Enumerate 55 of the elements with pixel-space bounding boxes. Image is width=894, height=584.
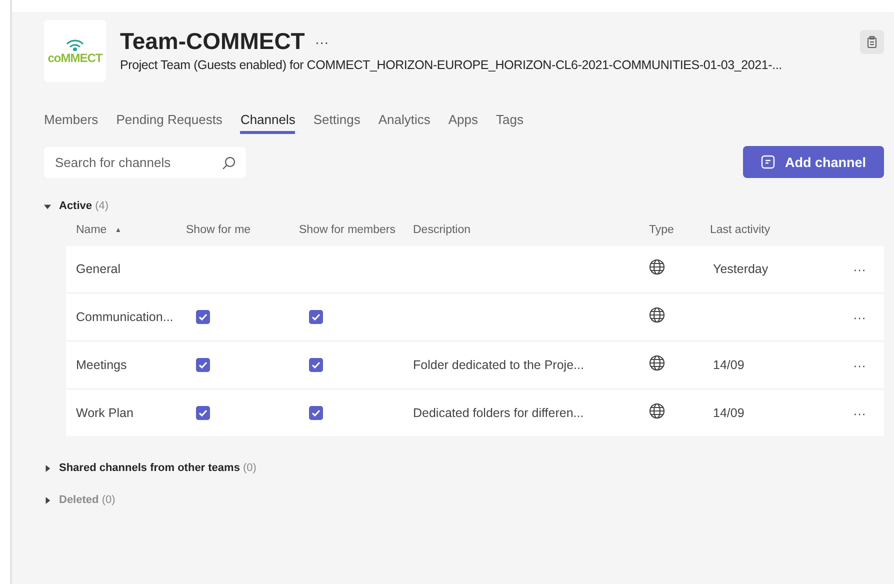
tab[interactable]: Tags <box>496 112 524 134</box>
caret-icon <box>44 202 51 210</box>
channel-row[interactable]: Work Plan Dedicated folders for differen... 14/09 ··· <box>66 390 884 436</box>
column-header[interactable]: Type <box>649 224 710 236</box>
tab[interactable]: Analytics <box>378 112 430 134</box>
more-options-button[interactable]: ··· <box>314 34 329 50</box>
channel-name: Communication... <box>75 310 174 324</box>
tab[interactable]: Apps <box>448 112 478 134</box>
tab[interactable]: Members <box>44 112 98 134</box>
globe-icon <box>649 354 665 370</box>
more-options-button[interactable]: ··· <box>853 358 866 372</box>
column-header[interactable]: Last activity <box>710 224 834 236</box>
channel-description: Dedicated folders for differen... <box>413 406 585 420</box>
column-header[interactable]: Show for me <box>186 224 299 236</box>
column-header[interactable]: Show for members <box>299 224 413 236</box>
globe-icon <box>649 306 665 322</box>
search-icon <box>222 156 236 170</box>
channel-row[interactable]: General Yesterday ··· <box>66 246 884 292</box>
more-options-button[interactable]: ··· <box>853 262 866 276</box>
globe-icon <box>649 258 665 274</box>
channel-icon <box>760 155 775 169</box>
channel-description: Folder dedicated to the Proje... <box>413 358 585 372</box>
caret-icon <box>44 464 51 472</box>
checkbox[interactable] <box>309 310 323 324</box>
globe-icon <box>649 402 665 418</box>
clipboard-icon <box>867 36 877 48</box>
checkbox[interactable] <box>196 310 210 324</box>
team-description: Project Team (Guests enabled) for COMMECT_HORIZON-EUROPE_HORIZON-CL6-2021-COMMUNITIES-01-03_2021-... <box>120 58 783 72</box>
column-header[interactable]: Description <box>413 224 649 236</box>
checkbox[interactable] <box>309 358 323 372</box>
checkbox[interactable] <box>309 406 323 420</box>
section-toggle[interactable]: Active (4) <box>44 196 884 216</box>
channel-row[interactable]: Communication... ··· <box>66 294 884 340</box>
caret-icon <box>44 496 51 504</box>
last-activity: 14/09 <box>712 406 746 420</box>
channel-name: Work Plan <box>75 406 134 420</box>
channel-row[interactable]: Meetings Folder dedicated to the Proje... 14/09 ··· <box>66 342 884 388</box>
checkbox[interactable] <box>196 358 210 372</box>
tab[interactable]: Settings <box>313 112 360 134</box>
wifi-icon <box>64 37 86 51</box>
section-toggle[interactable]: Shared channels from other teams (0) <box>44 458 884 478</box>
tab[interactable]: Channels <box>240 112 296 134</box>
channel-name: General <box>75 262 122 276</box>
more-options-button[interactable]: ··· <box>853 310 866 324</box>
tab[interactable]: Pending Requests <box>116 112 222 134</box>
team-logo: coMMECT <box>44 20 106 82</box>
team-title: Team-COMMECT <box>120 28 305 55</box>
clipboard-button[interactable] <box>860 30 884 54</box>
last-activity: Yesterday <box>712 262 770 276</box>
checkbox[interactable] <box>196 406 210 420</box>
search-field[interactable]: Search for channels <box>44 146 246 178</box>
channel-name: Meetings <box>75 358 128 372</box>
add-channel-button[interactable]: Add channel <box>742 146 884 178</box>
more-options-button[interactable]: ··· <box>853 406 866 420</box>
last-activity: 14/09 <box>712 358 746 372</box>
